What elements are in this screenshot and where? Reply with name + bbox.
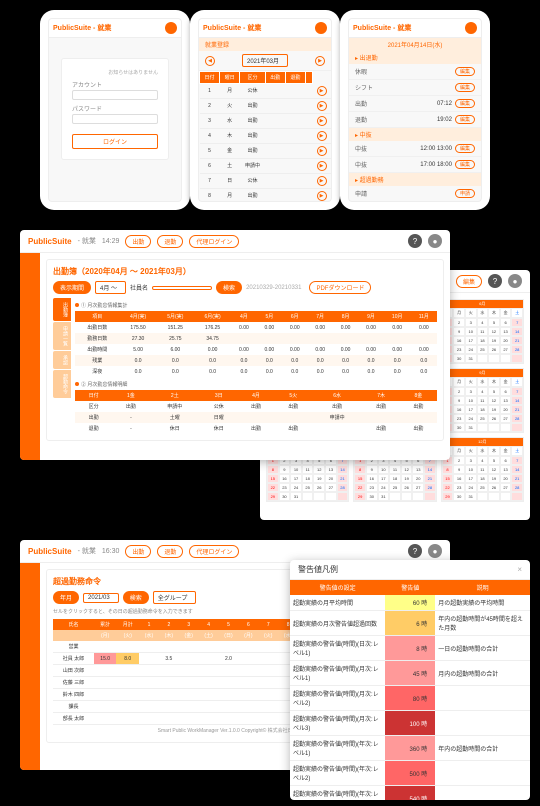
brand: PublicSuite [28,547,72,556]
legend-table: 警告値の設定警告値説明超勤実績の月平均時間60 時月の超勤実績の平均時間超勤実績… [290,580,530,800]
user-icon[interactable]: ● [428,544,442,558]
emp-select[interactable] [152,286,212,290]
user-icon[interactable]: ● [428,234,442,248]
sidebar[interactable] [20,253,40,460]
edit-button[interactable]: 編集 [456,275,482,288]
group-select[interactable]: 全グループ [153,591,197,604]
attendance-panel: PublicSuite - 就業 14:29 出勤 退勤 代理ログイン ? ● … [20,230,450,460]
next-month-button[interactable]: ▶ [315,56,325,66]
phone-mockups: PublicSuite - 就業 お知らせはありません アカウント パスワード … [40,10,500,220]
account-label: アカウント [72,80,158,89]
prev-month-button[interactable]: ◀ [205,56,215,66]
summary-table: 項目4月(実)5月(実)6月(実)4月5月6月7月8月9月10月11月出勤日数1… [75,311,437,377]
tab-proxy[interactable]: 代理ログイン [189,235,239,248]
tab-in[interactable]: 出勤 [125,235,151,248]
search-button[interactable]: 検索 [216,281,242,294]
section2-title: ② 月次勤怠情報明細 [81,382,127,388]
account-input[interactable] [72,90,158,100]
detail-table: 日付1金2土3日4月5火6水7木8金区分出勤申請中公休出勤出勤出勤出勤出勤出勤-… [75,390,437,434]
tab-proxy[interactable]: 代理ログイン [189,545,239,558]
side-tabs[interactable]: 出勤簿申請一覧承認超勤命令 [53,298,71,434]
register-header: 就業登録 [199,38,331,51]
app-title: PublicSuite - 就業 [53,23,111,33]
phone-login: PublicSuite - 就業 お知らせはありません アカウント パスワード … [40,10,190,210]
brand-sub: - 就業 [78,546,96,556]
help-icon[interactable]: ? [408,544,422,558]
period-select[interactable]: 4月 ～ [95,281,126,294]
panel-title: 出勤簿（2020年04月 ～ 2021年03月） [53,266,437,277]
user-icon[interactable]: ● [508,274,522,288]
login-note: お知らせはありません [72,69,158,76]
search-button[interactable]: 検索 [123,591,149,604]
ym-label: 年月 [53,591,79,604]
menu-icon[interactable] [315,22,327,34]
emp-label: 社員名 [130,283,148,292]
phone-day: PublicSuite - 就業 2021年04月14日(水) ▸ 出退勤休暇編… [340,10,490,210]
menu-icon[interactable] [465,22,477,34]
day-date: 2021年04月14日(水) [349,38,481,51]
day-body: ▸ 出退勤休暇編集シフト編集出勤07:12編集退勤19:02編集▸ 中抜中抜12… [349,51,481,202]
clock: 14:29 [102,238,120,245]
help-icon[interactable]: ? [408,234,422,248]
app-title: PublicSuite - 就業 [353,23,411,33]
tab-out[interactable]: 退勤 [157,545,183,558]
login-card: お知らせはありません アカウント パスワード ログイン [61,58,169,160]
password-label: パスワード [72,104,158,113]
help-icon[interactable]: ? [488,274,502,288]
brand: PublicSuite [28,237,72,246]
phone-register: PublicSuite - 就業 就業登録 ◀ 2021年03月 ▶ 日付曜日区… [190,10,340,210]
section1-title: ① 月次勤怠情報集計 [81,303,127,309]
legend-popup: 警告値凡例 × 警告値の設定警告値説明超勤実績の月平均時間60 時月の超勤実績の… [290,560,530,800]
month-select[interactable]: 2021年03月 [242,54,288,67]
login-button[interactable]: ログイン [72,134,158,149]
pdf-button[interactable]: PDFダウンロード [309,281,371,294]
menu-icon[interactable] [165,22,177,34]
tab-in[interactable]: 出勤 [125,545,151,558]
app-title: PublicSuite - 就業 [203,23,261,33]
sidebar[interactable] [20,563,40,770]
close-icon[interactable]: × [517,565,522,574]
range-text: 20210329-20210331 [246,285,301,291]
tab-out[interactable]: 退勤 [157,235,183,248]
brand-sub: - 就業 [78,236,96,246]
password-input[interactable] [72,114,158,124]
clock: 16:30 [102,548,120,555]
ym-select[interactable]: 2021/03 [83,593,119,603]
legend-title: 警告値凡例 [298,564,338,575]
period-label: 表示期間 [53,281,91,294]
register-table: 日付曜日区分出勤退勤1月公休▶2火出勤▶3水出勤▶4木出勤▶5金出勤▶6土申請中… [199,71,331,202]
